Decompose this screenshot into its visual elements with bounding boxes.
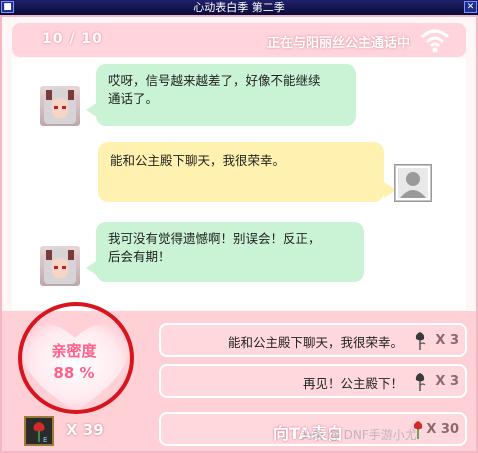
reply-option-cost: X 3 [435, 333, 459, 348]
message-line: 后会有期！ [108, 249, 171, 264]
wifi-icon [420, 29, 450, 53]
black-rose-icon [415, 373, 426, 391]
watermark-text: 头条 @ DNF手游小尤 [300, 428, 417, 442]
reply-option-1[interactable]: 能和公主殿下聊天，我很荣幸。 X 3 [159, 323, 467, 357]
message-line: 能和公主殿下聊天，我很荣幸。 [110, 153, 286, 168]
window-title-bar: 心动表白季 第二季 ■ ✕ [0, 0, 478, 15]
message-line: 哎呀，信号越来越差了，好像不能继续 [108, 73, 321, 88]
user-avatar-placeholder [394, 164, 432, 202]
chat-log[interactable]: 哎呀，信号越来越差了，好像不能继续 通话了。 能和公主殿下聊天，我很荣幸。 我可… [12, 58, 466, 310]
call-status: 正在与阳丽丝公主通话中 [266, 36, 410, 51]
message-bubble-npc: 哎呀，信号越来越差了，好像不能继续 通话了。 [96, 64, 356, 126]
black-rose-icon [415, 332, 426, 350]
annotation-circle [18, 302, 134, 414]
message-line: 通话了。 [108, 91, 159, 106]
npc-avatar [40, 86, 80, 126]
message-line: 我可没有觉得遗憾啊！别误会！反正， [108, 231, 321, 246]
message-bubble-npc: 我可没有觉得遗憾啊！别误会！反正， 后会有期！ [96, 222, 364, 282]
reply-option-cost: X 3 [435, 374, 459, 389]
rose-item-icon[interactable]: E [24, 416, 54, 446]
user-silhouette-icon [396, 166, 430, 200]
window-menu-button[interactable]: ■ [1, 1, 14, 13]
confess-cost: X 30 [426, 422, 459, 437]
reply-option-2[interactable]: 再见！公主殿下！ X 3 [159, 364, 467, 398]
reply-option-text: 能和公主殿下聊天，我很荣幸。 [227, 335, 403, 350]
svg-text:E: E [43, 436, 47, 444]
reply-option-text: 再见！公主殿下！ [302, 376, 403, 391]
call-counter: 10 / 10 [42, 31, 103, 47]
item-count: X 39 [66, 421, 104, 439]
window-close-button[interactable]: ✕ [464, 1, 477, 13]
npc-avatar [40, 246, 80, 286]
window-title: 心动表白季 第二季 [193, 1, 285, 14]
message-bubble-user: 能和公主殿下聊天，我很荣幸。 [98, 142, 384, 202]
call-header: 10 / 10 正在与阳丽丝公主通话中 [12, 23, 466, 57]
